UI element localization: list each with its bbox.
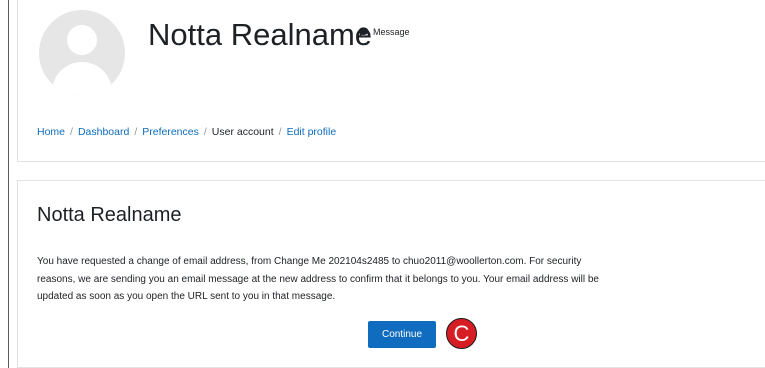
notice-line: You have requested a change of email add… <box>37 256 582 267</box>
speech-bubble-icon <box>358 27 369 37</box>
avatar[interactable] <box>39 10 125 96</box>
avatar-head-shape <box>67 25 97 55</box>
breadcrumb-separator: / <box>134 126 138 138</box>
callout-badge-c: C <box>446 318 477 349</box>
notice-line: reasons, we are sending you an email mes… <box>37 273 599 285</box>
message-button[interactable]: Message <box>358 27 410 37</box>
breadcrumb: Home / Dashboard / Preferences / User ac… <box>37 126 336 138</box>
breadcrumb-edit-profile[interactable]: Edit profile <box>287 126 337 138</box>
breadcrumb-separator: / <box>203 126 207 138</box>
page-left-border <box>8 0 9 368</box>
notice-line: updated as soon as you open the URL sent… <box>37 291 336 302</box>
content-title: Notta Realname <box>37 204 182 226</box>
breadcrumb-user-account: User account <box>211 126 274 138</box>
breadcrumb-separator: / <box>70 126 73 138</box>
breadcrumb-dashboard[interactable]: Dashboard <box>78 126 129 138</box>
breadcrumb-separator: / <box>278 126 282 138</box>
page-title: Notta Realname <box>148 17 373 52</box>
avatar-body-shape <box>52 62 112 96</box>
email-change-notice: You have requested a change of email add… <box>37 253 765 306</box>
breadcrumb-home[interactable]: Home <box>37 126 65 138</box>
page-header: Notta Realname Message Home / Dashboard … <box>17 0 765 162</box>
breadcrumb-preferences[interactable]: Preferences <box>142 126 199 138</box>
continue-button[interactable]: Continue <box>368 321 436 348</box>
main-content: Notta Realname You have requested a chan… <box>17 180 765 368</box>
message-label: Message <box>373 27 410 37</box>
